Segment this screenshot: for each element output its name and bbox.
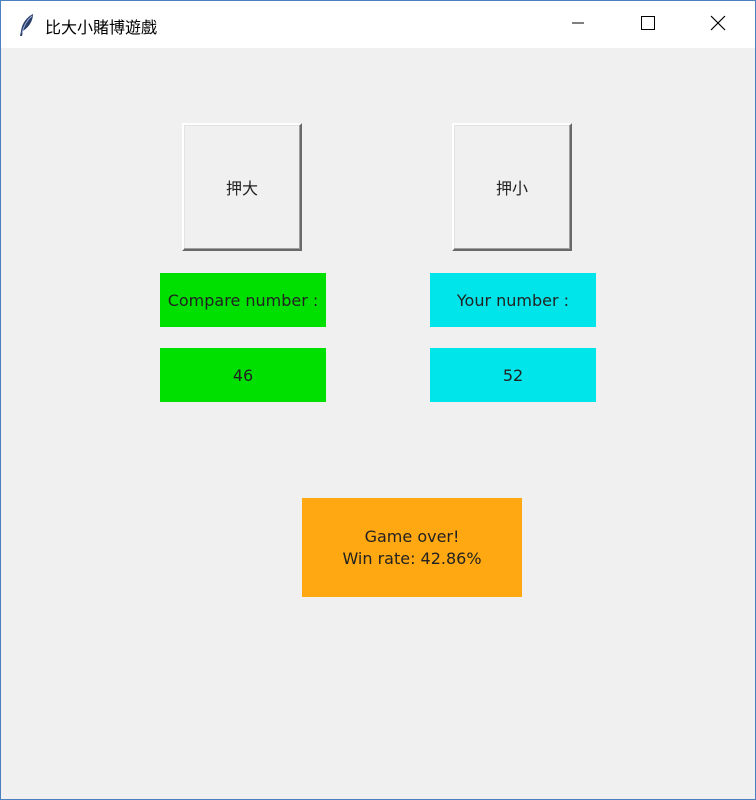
bet-high-button[interactable]: 押大 xyxy=(182,123,302,251)
bet-low-label: 押小 xyxy=(495,179,528,198)
compare-number-value-text: 46 xyxy=(232,365,254,385)
your-number-value-text: 52 xyxy=(502,365,524,385)
your-number-label: Your number : xyxy=(430,273,596,327)
game-area: 押大 押小 Compare number : Your number : 46 … xyxy=(1,48,755,799)
your-number-value: 52 xyxy=(430,348,596,402)
your-number-label-text: Your number : xyxy=(456,290,570,310)
minimize-icon xyxy=(571,15,585,34)
title-bar[interactable]: 比大小賭博遊戲 xyxy=(1,1,755,48)
bet-low-button[interactable]: 押小 xyxy=(452,123,572,251)
bet-high-label: 押大 xyxy=(225,179,258,198)
maximize-button[interactable] xyxy=(613,1,683,48)
result-status: Game over! xyxy=(364,526,460,546)
window-title: 比大小賭博遊戲 xyxy=(45,18,158,37)
win-rate: Win rate: 42.86% xyxy=(342,548,482,568)
close-icon xyxy=(710,15,726,35)
maximize-icon xyxy=(640,15,656,35)
app-window: 比大小賭博遊戲 押大 押小 Compare number: Your numb… xyxy=(0,0,756,800)
compare-number-value: 46 xyxy=(160,348,326,402)
compare-number-label-text: Compare number : xyxy=(167,290,319,310)
minimize-button[interactable] xyxy=(543,1,613,48)
compare-number-label: Compare number : xyxy=(160,273,326,327)
close-button[interactable] xyxy=(683,1,753,48)
feather-icon xyxy=(17,13,37,37)
result-panel: Game over! Win rate: 42.86% xyxy=(302,498,522,597)
